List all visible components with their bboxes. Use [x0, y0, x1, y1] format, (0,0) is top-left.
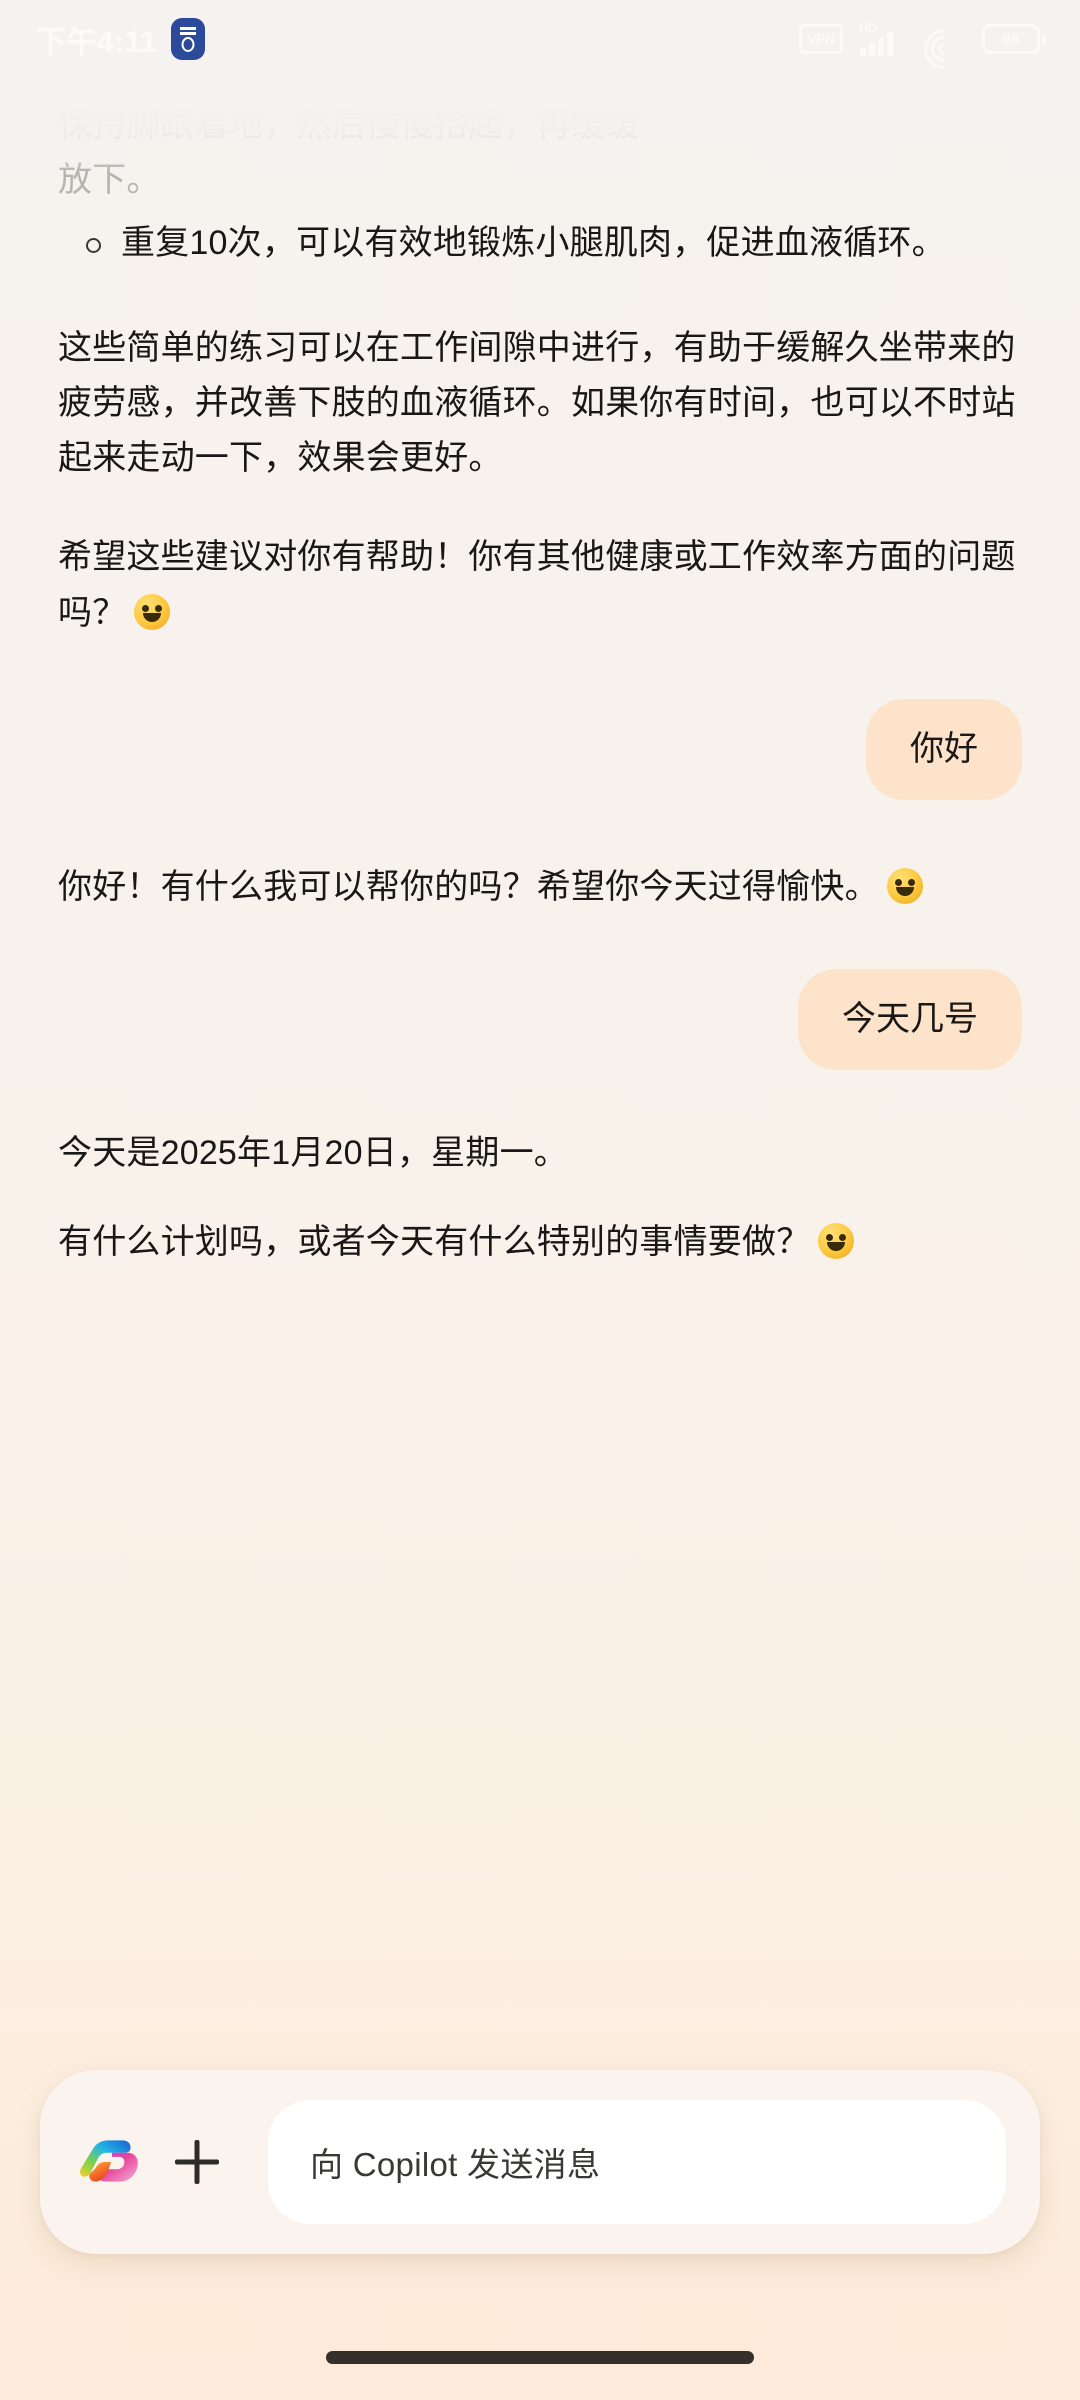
assistant-paragraph: 今天是2025年1月20日，星期一。 [58, 1134, 568, 1173]
user-message-bubble[interactable]: 今天几号 [798, 969, 1022, 1071]
wifi-icon [915, 20, 973, 78]
user-message-row: 你好 [58, 698, 1022, 800]
message-input-placeholder: 向 Copilot 发送消息 [310, 2146, 601, 2183]
copilot-logo-icon[interactable] [78, 2129, 144, 2195]
battery-icon: 98 [982, 24, 1046, 54]
smiling-face-emoji-icon [134, 593, 171, 630]
assistant-paragraph-text: 有什么计划吗，或者今天有什么特别的事情要做？ [58, 1223, 811, 1262]
user-message-bubble[interactable]: 你好 [866, 698, 1022, 800]
battery-percent-label: 98 [1002, 30, 1020, 48]
assistant-paragraph: 你好！有什么我可以帮你的吗？希望你今天过得愉快。 [58, 860, 1022, 915]
smiling-face-emoji-icon [886, 867, 923, 904]
list-item-text: 重复10次，可以有效地锻炼小腿肌肉，促进血液循环。 [121, 224, 946, 263]
message-input-field[interactable]: 向 Copilot 发送消息 [268, 2100, 1006, 2224]
assistant-message: 你好！有什么我可以帮你的吗？希望你今天过得愉快。 [58, 860, 1022, 915]
assistant-message: 希望这些建议对你有帮助！你有其他健康或工作效率方面的问题吗？ [58, 530, 1022, 640]
assistant-message: 这些简单的练习可以在工作间隙中进行，有助于缓解久坐带来的疲劳感，并改善下肢的血液… [58, 321, 1022, 486]
vpn-icon: VPN [799, 24, 843, 54]
status-bar: 下午4:11 VPN HD 98 [0, 0, 1080, 78]
assistant-paragraph: 这些简单的练习可以在工作间隙中进行，有助于缓解久坐带来的疲劳感，并改善下肢的血液… [58, 329, 1016, 478]
bullet-point-icon [86, 238, 101, 254]
assistant-paragraph: 希望这些建议对你有帮助！你有其他健康或工作效率方面的问题吗？ [58, 530, 1022, 640]
list-item: 重复10次，可以有效地锻炼小腿肌肉，促进血液循环。 [58, 216, 1022, 271]
add-attachment-button[interactable] [154, 2119, 240, 2205]
vpn-label: VPN [807, 31, 835, 47]
smiling-face-emoji-icon [818, 1223, 855, 1260]
assistant-message: 保持脚跟着地，然后慢慢抬起，再缓缓 放下。 重复10次，可以有效地锻炼小腿肌肉，… [58, 78, 1022, 271]
assistant-paragraph: 有什么计划吗，或者今天有什么特别的事情要做？ [58, 1215, 1022, 1270]
status-bar-left: 下午4:11 [36, 17, 206, 61]
assistant-paragraph-text: 希望这些建议对你有帮助！你有其他健康或工作效率方面的问题吗？ [58, 538, 1016, 632]
home-gesture-bar[interactable] [326, 2351, 754, 2364]
scrolled-text-line-1: 保持脚跟着地，然后慢慢抬起，再缓缓 [58, 106, 640, 144]
message-composer: 向 Copilot 发送消息 [40, 2070, 1040, 2254]
user-message-row: 今天几号 [58, 969, 1022, 1071]
assistant-message: 有什么计划吗，或者今天有什么特别的事情要做？ [58, 1215, 1022, 1270]
scrolled-text-line-2: 放下。 [58, 161, 161, 200]
cellular-signal-icon: HD [859, 20, 906, 56]
status-bar-clock: 下午4:11 [36, 26, 158, 59]
status-bar-right: VPN HD 98 [799, 20, 1046, 78]
assistant-message: 今天是2025年1月20日，星期一。 [58, 1126, 1022, 1181]
assistant-paragraph-text: 你好！有什么我可以帮你的吗？希望你今天过得愉快。 [58, 867, 879, 906]
conversation-scroll-area[interactable]: 保持脚跟着地，然后慢慢抬起，再缓缓 放下。 重复10次，可以有效地锻炼小腿肌肉，… [0, 78, 1080, 2108]
do-not-disturb-badge-icon [171, 18, 206, 60]
